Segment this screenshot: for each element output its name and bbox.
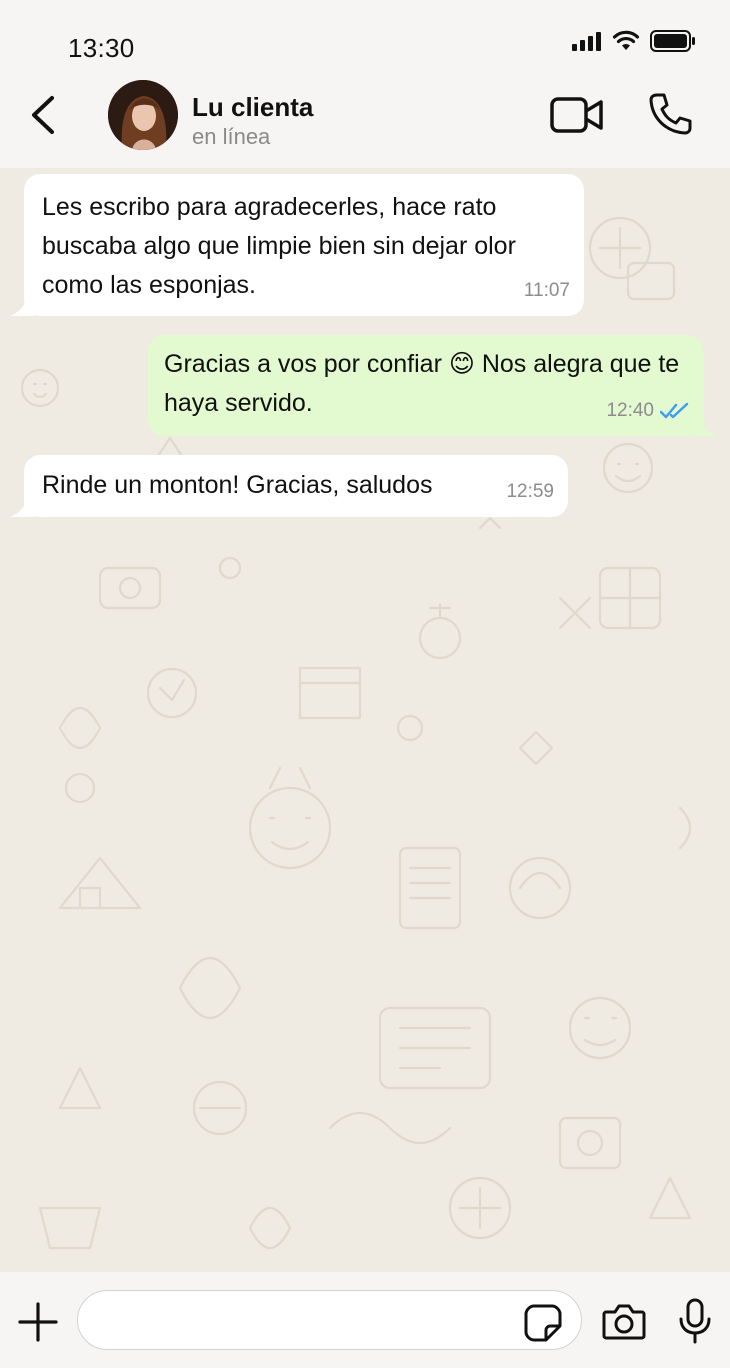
avatar[interactable] bbox=[108, 80, 178, 150]
status-icons bbox=[572, 30, 696, 52]
double-check-read-icon bbox=[660, 402, 689, 418]
message-bubble-outgoing[interactable]: Gracias a vos por confiar 😊 Nos alegra q… bbox=[148, 335, 704, 436]
message-bubble-incoming[interactable]: Rinde un monton! Gracias, saludos 12:59 bbox=[24, 455, 568, 517]
wifi-icon bbox=[612, 30, 640, 50]
chat-area[interactable]: Les escribo para agradecerles, hace rato… bbox=[0, 168, 730, 1272]
contact-name[interactable]: Lu clienta bbox=[192, 92, 313, 123]
input-bar bbox=[0, 1272, 730, 1368]
bubble-tail-incoming bbox=[10, 497, 34, 517]
back-arrow-icon[interactable] bbox=[26, 92, 66, 138]
phone-icon[interactable] bbox=[648, 92, 692, 136]
bubble-tail-incoming bbox=[10, 296, 34, 316]
message-text: Rinde un monton! Gracias, saludos bbox=[42, 471, 433, 499]
message-input[interactable] bbox=[77, 1290, 582, 1350]
battery-icon bbox=[650, 30, 695, 52]
status-time: 13:30 bbox=[68, 33, 135, 63]
message-meta: 11:07 bbox=[524, 271, 570, 310]
signal-icon bbox=[572, 32, 601, 51]
camera-icon[interactable] bbox=[602, 1304, 646, 1340]
plus-icon[interactable] bbox=[18, 1302, 58, 1342]
message-bubble-incoming[interactable]: Les escribo para agradecerles, hace rato… bbox=[24, 174, 584, 316]
message-time: 12:59 bbox=[506, 481, 554, 502]
message-time: 12:40 bbox=[606, 400, 654, 421]
chat-header: Lu clienta en línea bbox=[0, 80, 730, 168]
status-bar: 13:30 bbox=[0, 0, 730, 80]
message-meta: 12:59 bbox=[506, 472, 554, 511]
video-camera-icon[interactable] bbox=[550, 95, 604, 135]
bubble-tail-outgoing bbox=[694, 416, 718, 436]
wallpaper-doodles bbox=[20, 216, 692, 1250]
microphone-icon[interactable] bbox=[678, 1298, 712, 1344]
message-text: Les escribo para agradecerles, hace rato… bbox=[42, 193, 516, 299]
message-time: 11:07 bbox=[523, 280, 570, 301]
contact-status: en línea bbox=[192, 124, 271, 149]
sticker-icon[interactable] bbox=[524, 1304, 562, 1342]
avatar-photo bbox=[108, 80, 178, 150]
message-meta: 12:40 bbox=[606, 391, 690, 430]
